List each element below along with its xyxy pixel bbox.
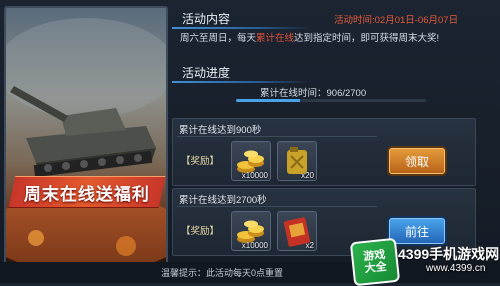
tank-illustration [6, 18, 166, 263]
watermark-badge: 游戏 大全 [349, 237, 401, 286]
reward-label: 【奖励】 [181, 226, 220, 237]
task-title: 累计在线达到2700秒 [179, 195, 267, 206]
progress-heading: 活动进度 [172, 64, 312, 83]
reward-slot[interactable]: x2 [277, 211, 317, 251]
content-heading: 活动内容 [172, 10, 312, 29]
desc-suffix: 达到指定时间，即可获得周末大奖! [294, 33, 440, 44]
reward-quantity: x2 [305, 241, 314, 250]
desc-prefix: 周六至周日，每天 [180, 33, 257, 44]
badge-line2: 大全 [364, 260, 388, 276]
content-heading-text: 活动内容 [182, 12, 231, 26]
reward-label: 【奖励】 [181, 156, 220, 167]
task-title: 累计在线达到900秒 [179, 125, 262, 136]
site-watermark: 游戏 大全 4399手机游戏网 www.4399.cn [349, 237, 500, 286]
event-banner: 周末在线送福利 [4, 6, 168, 265]
reward-quantity: x10000 [241, 171, 268, 180]
progress-bar [236, 99, 426, 102]
heading-underline [172, 81, 312, 83]
claim-button[interactable]: 领取 [389, 148, 445, 174]
heading-underline [172, 27, 312, 29]
activity-panel: 周末在线送福利 活动内容 活动时间:02月01日-06月07日 周六至周日，每天… [0, 0, 500, 286]
progress-heading-text: 活动进度 [182, 66, 231, 80]
progress-label: 累计在线时间：906/2700 [260, 88, 367, 99]
activity-time: 活动时间:02月01日-06月07日 [334, 15, 459, 26]
desc-highlight: 累计在线 [256, 33, 295, 44]
banner-title: 周末在线送福利 [8, 176, 166, 208]
progress-box: 累计在线时间：906/2700 [180, 84, 486, 102]
hint-text: 温馨提示：此活动每天0点重置 [161, 268, 284, 278]
reward-slot[interactable]: x10000 [231, 141, 271, 181]
watermark-site-name: 4399手机游戏网 [398, 246, 500, 262]
watermark-site-url: www.4399.cn [426, 263, 486, 274]
reward-slot[interactable]: x20 [277, 141, 317, 181]
reward-quantity: x10000 [241, 241, 268, 250]
reward-quantity: x20 [301, 171, 314, 180]
reward-slot[interactable]: x10000 [231, 211, 271, 251]
progress-fill [236, 99, 300, 102]
task-separator [177, 206, 377, 207]
banner-title-text: 周末在线送福利 [24, 184, 150, 204]
activity-description: 周六至周日，每天累计在线达到指定时间，即可获得周末大奖! [180, 30, 439, 44]
task-separator [177, 136, 377, 137]
